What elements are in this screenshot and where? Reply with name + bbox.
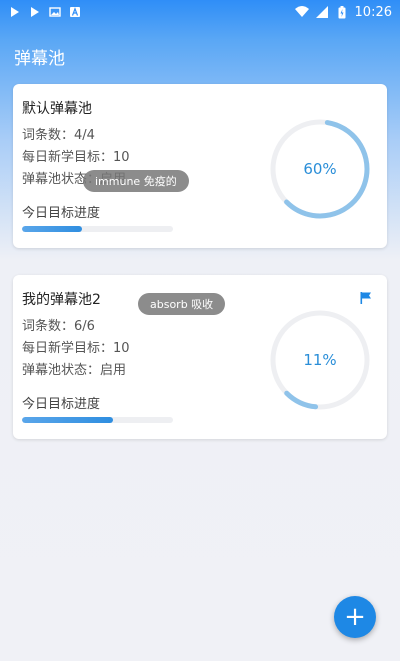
progress-fill: [22, 417, 113, 423]
pool-status: 弹幕池状态：启用: [22, 363, 127, 378]
progress-fill: [22, 226, 83, 232]
signal-icon: [315, 5, 329, 19]
add-pool-button[interactable]: +: [334, 596, 376, 638]
progress-label: 今日目标进度: [22, 397, 101, 412]
word-count: 词条数：4/4: [22, 128, 95, 143]
status-bar: 10:26: [0, 0, 400, 24]
ring-percent-label: 60%: [303, 160, 336, 178]
battery-icon: [335, 5, 349, 19]
progress-ring: 11%: [270, 310, 370, 410]
status-time: 10:26: [354, 4, 392, 20]
progress-bar: [22, 226, 173, 232]
youku-icon: [8, 5, 22, 19]
progress-ring: 60%: [270, 119, 370, 219]
danmaku-pool-card[interactable]: 默认弹幕池 词条数：4/4 每日新学目标：10 弹幕池状态：启用 今日目标进度 …: [13, 84, 387, 248]
card-title: 默认弹幕池: [22, 101, 92, 117]
word-toast: absorb 吸收: [138, 293, 226, 315]
daily-goal: 每日新学目标：10: [22, 150, 130, 165]
wifi-icon: [294, 5, 309, 19]
image-icon: [48, 5, 62, 19]
ring-percent-label: 11%: [303, 351, 336, 369]
daily-goal: 每日新学目标：10: [22, 341, 130, 356]
plus-icon: +: [344, 602, 366, 632]
word-count: 词条数：6/6: [22, 319, 95, 334]
page-title: 弹幕池: [14, 49, 65, 69]
a-icon: [68, 5, 82, 19]
progress-label: 今日目标进度: [22, 206, 101, 221]
flag-icon[interactable]: [359, 290, 373, 304]
card-title: 我的弹幕池2: [22, 292, 101, 308]
progress-bar: [22, 417, 173, 423]
youku-icon: [28, 5, 42, 19]
word-toast: immune 免疫的: [83, 170, 189, 192]
